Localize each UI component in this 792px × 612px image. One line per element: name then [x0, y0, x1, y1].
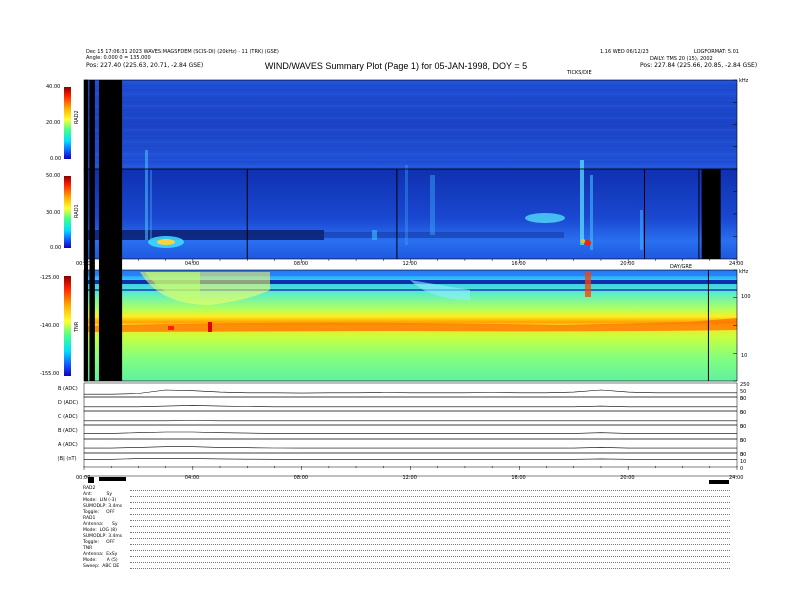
- time-label: 12:00: [402, 475, 417, 481]
- top-right-unit: kHz: [739, 78, 749, 84]
- tnr-tick-bot: -155.00: [40, 371, 60, 377]
- tnr-panel: [84, 270, 737, 381]
- tnr-tick-top: -125.00: [40, 275, 60, 281]
- time-label: 08:00: [293, 261, 309, 267]
- line-series-label: C (ADC): [58, 414, 78, 420]
- data-gap-0: [84, 80, 89, 381]
- status-dotted-line: [130, 534, 730, 539]
- line-series-trace: [84, 446, 737, 449]
- data-gap-3: [701, 169, 721, 259]
- line-series-trace: [84, 431, 737, 434]
- time-label: 16:00: [511, 261, 526, 267]
- status-dotted-line: [130, 552, 730, 557]
- status-dotted-line: [130, 504, 730, 509]
- line-series-box: [83, 410, 738, 426]
- data-gap-2: [98, 80, 123, 381]
- line-series-trace: [84, 405, 737, 408]
- tnr-colorbar: [64, 276, 71, 376]
- time-label: 08:00: [293, 475, 309, 481]
- line-series-trace: [84, 457, 737, 460]
- status-dotted-line: [130, 516, 730, 521]
- time-label: 00:00: [76, 475, 91, 481]
- rad2-colorbar: [64, 87, 71, 159]
- line-series-box: [83, 438, 738, 454]
- rad2-label: RAD2: [74, 110, 80, 124]
- line-series-box: [83, 396, 738, 412]
- status-dotted-line: [130, 540, 730, 545]
- line-series-right-tick: 50: [740, 396, 747, 402]
- rad2-tick-mid: 20.00: [46, 120, 61, 126]
- time-label: 00:00: [76, 261, 91, 267]
- time-label: 24:00: [729, 475, 744, 481]
- line-series-label: B (ADC): [58, 386, 78, 392]
- time-label: 04:00: [184, 261, 200, 267]
- line-series-trace: [84, 389, 737, 395]
- status-dotted-line: [130, 528, 730, 533]
- line-series-right-tick: 10: [740, 459, 747, 465]
- time-label: 20:00: [620, 261, 635, 267]
- status-dotted-line: [130, 486, 730, 491]
- line-series: [83, 382, 738, 468]
- time-label: 16:00: [511, 475, 526, 481]
- tnr-tick-mid: -140.00: [40, 323, 60, 329]
- line-series-box: [83, 452, 738, 468]
- status-dotted-line: [130, 498, 730, 503]
- line-series-label: |B| (nT): [58, 456, 77, 462]
- line-series-right-tick: 50: [740, 424, 747, 430]
- status-line: Sweep: ABC DE: [83, 564, 120, 569]
- rad1-colorbar: [64, 176, 71, 248]
- status-dotted-line: [130, 492, 730, 497]
- status-dotted-line: [130, 546, 730, 551]
- tnr-right-tick-100: 100: [741, 294, 751, 300]
- status-dotted-line: [130, 558, 730, 563]
- status-dotted-line: [130, 510, 730, 515]
- line-series-label: D (ADC): [58, 400, 79, 406]
- time-label: 20:00: [620, 475, 635, 481]
- status-dotted-line: [130, 564, 730, 569]
- rad1-tick-mid: 30.00: [46, 210, 61, 216]
- tnr-right-tick-10: 10: [741, 353, 748, 359]
- mid-right-unit: kHz: [739, 269, 749, 275]
- rad2-panel: [84, 80, 737, 169]
- time-label: 12:00: [402, 261, 417, 267]
- line-series-right-tick: 50: [740, 389, 747, 395]
- rad2-tick-top: 40.00: [46, 84, 61, 90]
- status-dotted-line: [130, 522, 730, 527]
- time-label: 24:00: [729, 261, 744, 267]
- line-series-box: [83, 382, 738, 398]
- line-series-right-tick: 50: [740, 410, 747, 416]
- line-series-right-tick: 250: [740, 382, 750, 388]
- line-series-right-tick: 50: [740, 438, 747, 444]
- line-series-right-tick: 0: [740, 466, 744, 472]
- rad1-tick-top: 50.00: [46, 173, 61, 179]
- line-series-label: A (ADC): [58, 442, 78, 448]
- line-series-right-tick: 30: [740, 452, 747, 458]
- rad2-tick-bot: 0.00: [50, 156, 62, 162]
- line-series-label: B (ADC): [58, 428, 78, 434]
- time-axis-mid-label: DAY/GRE: [670, 264, 693, 270]
- rad1-tick-bot: 0.00: [50, 245, 62, 251]
- tnr-label: TNR: [74, 321, 80, 332]
- rad1-label: RAD1: [74, 204, 80, 218]
- time-label: 04:00: [184, 475, 200, 481]
- data-gap-1: [89, 80, 95, 381]
